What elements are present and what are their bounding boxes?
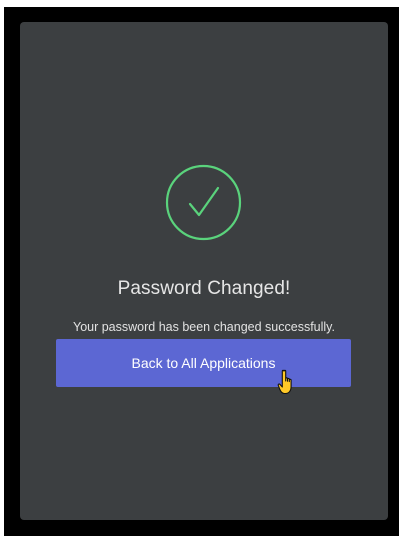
back-to-all-applications-button[interactable]: Back to All Applications (56, 339, 351, 387)
password-changed-card: Password Changed! Your password has been… (20, 22, 388, 520)
check-circle-icon (165, 164, 242, 241)
hand-pointer-cursor-icon (277, 369, 292, 395)
screen: Password Changed! Your password has been… (0, 0, 399, 536)
page-title: Password Changed! (117, 278, 291, 299)
success-message: Your password has been changed successfu… (73, 320, 335, 334)
